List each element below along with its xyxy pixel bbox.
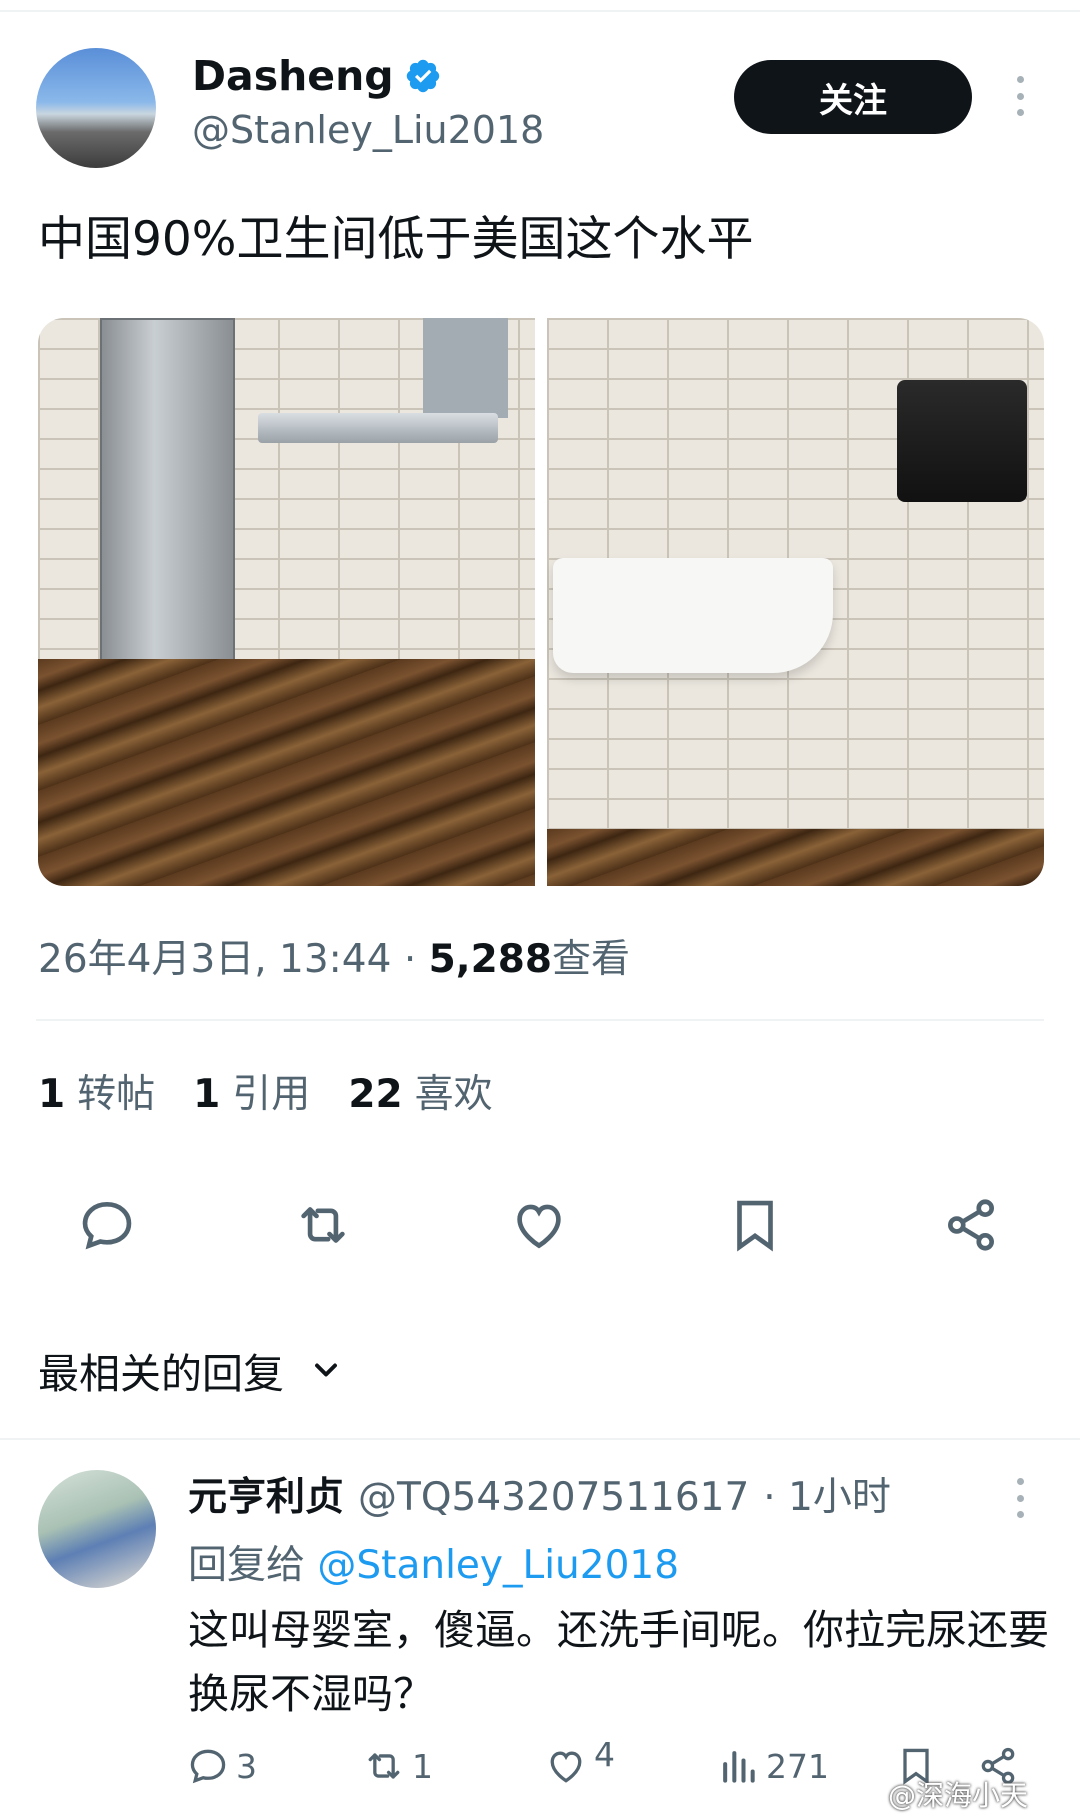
repost-icon[interactable]: [288, 1190, 358, 1260]
reply-comments-count: 3: [236, 1746, 257, 1786]
tweet-timestamp[interactable]: 26年4月3日, 13:44: [38, 937, 391, 982]
reposts-stat[interactable]: 1 转帖: [38, 1063, 155, 1119]
replies-sort-label: 最相关的回复: [38, 1350, 284, 1398]
reply-to-line: 回复给 @Stanley_Liu2018: [188, 1534, 679, 1590]
tweet-text: 中国90%卫生间低于美国这个水平: [38, 212, 754, 267]
share-icon[interactable]: [936, 1190, 1006, 1260]
reply-likes-count: 4: [594, 1734, 615, 1774]
bookmark-icon[interactable]: [720, 1190, 790, 1260]
reply-like-button[interactable]: 4: [544, 1734, 615, 1794]
reply-reposts-count: 1: [412, 1746, 433, 1786]
wall-sink: [553, 558, 833, 673]
chevron-down-icon: [315, 1363, 337, 1377]
engagement-stats: 1 转帖 1 引用 22 喜欢: [38, 1063, 493, 1119]
repost-icon: [368, 1753, 400, 1779]
paper-towel-dispenser: [897, 380, 1027, 502]
reply-repost-button[interactable]: 1: [362, 1738, 433, 1794]
reply-more-options-icon[interactable]: [1010, 1478, 1030, 1518]
reply-to-prefix: 回复给: [188, 1543, 306, 1588]
wood-floor: [38, 658, 535, 886]
likes-stat[interactable]: 22 喜欢: [348, 1063, 492, 1119]
media-photo-2[interactable]: [547, 318, 1044, 886]
author-name-row[interactable]: Dasheng: [192, 52, 442, 100]
reply-author-name[interactable]: 元亨利贞: [188, 1466, 344, 1522]
reply-author-handle[interactable]: @TQ543207511617: [358, 1475, 749, 1520]
reply-text: 这叫母婴室，傻逼。还洗手间呢。你拉完尿还要换尿不湿吗？: [188, 1606, 1049, 1718]
reply-time[interactable]: · 1小时: [763, 1466, 891, 1522]
tweet-meta: 26年4月3日, 13:44 · 5,288查看: [38, 928, 630, 984]
wood-floor: [547, 829, 1044, 886]
replies-divider: [0, 1438, 1080, 1440]
author-handle[interactable]: @Stanley_Liu2018: [192, 108, 544, 152]
changing-station: [423, 318, 508, 418]
tweet-actions: [0, 1190, 1080, 1260]
weibo-watermark: @深海小天: [888, 1779, 1029, 1812]
quotes-stat[interactable]: 1 引用: [193, 1063, 310, 1119]
hand-dryer: [100, 318, 235, 688]
views-chart-icon: [723, 1751, 755, 1783]
views-count: 5,288: [428, 937, 553, 982]
author-avatar[interactable]: [36, 48, 156, 168]
like-icon[interactable]: [504, 1190, 574, 1260]
reply-views-count: 271: [766, 1746, 829, 1786]
author-display-name[interactable]: Dasheng: [192, 52, 394, 100]
views-label: 查看: [552, 937, 631, 982]
reply-comment-button[interactable]: 3: [186, 1738, 257, 1794]
more-options-icon[interactable]: [1010, 76, 1030, 116]
divider: [36, 1019, 1044, 1021]
media-photo-1[interactable]: [38, 318, 535, 886]
reply-views-button[interactable]: 271: [716, 1738, 829, 1794]
top-divider: [0, 10, 1080, 12]
reply-icon: [190, 1749, 226, 1784]
reply-to-handle-link[interactable]: @Stanley_Liu2018: [317, 1543, 679, 1588]
reply-header: 元亨利贞 @TQ543207511617 · 1小时: [188, 1466, 891, 1522]
verified-badge-icon: [406, 59, 439, 93]
reply-icon[interactable]: [72, 1190, 142, 1260]
changing-table: [258, 413, 498, 443]
follow-button[interactable]: 关注: [734, 60, 972, 134]
reply-author-avatar[interactable]: [38, 1470, 156, 1588]
replies-sort-dropdown[interactable]: 最相关的回复: [38, 1340, 344, 1400]
like-icon: [550, 1751, 582, 1783]
tweet-media: [38, 318, 1044, 886]
meta-dot: ·: [403, 937, 417, 982]
